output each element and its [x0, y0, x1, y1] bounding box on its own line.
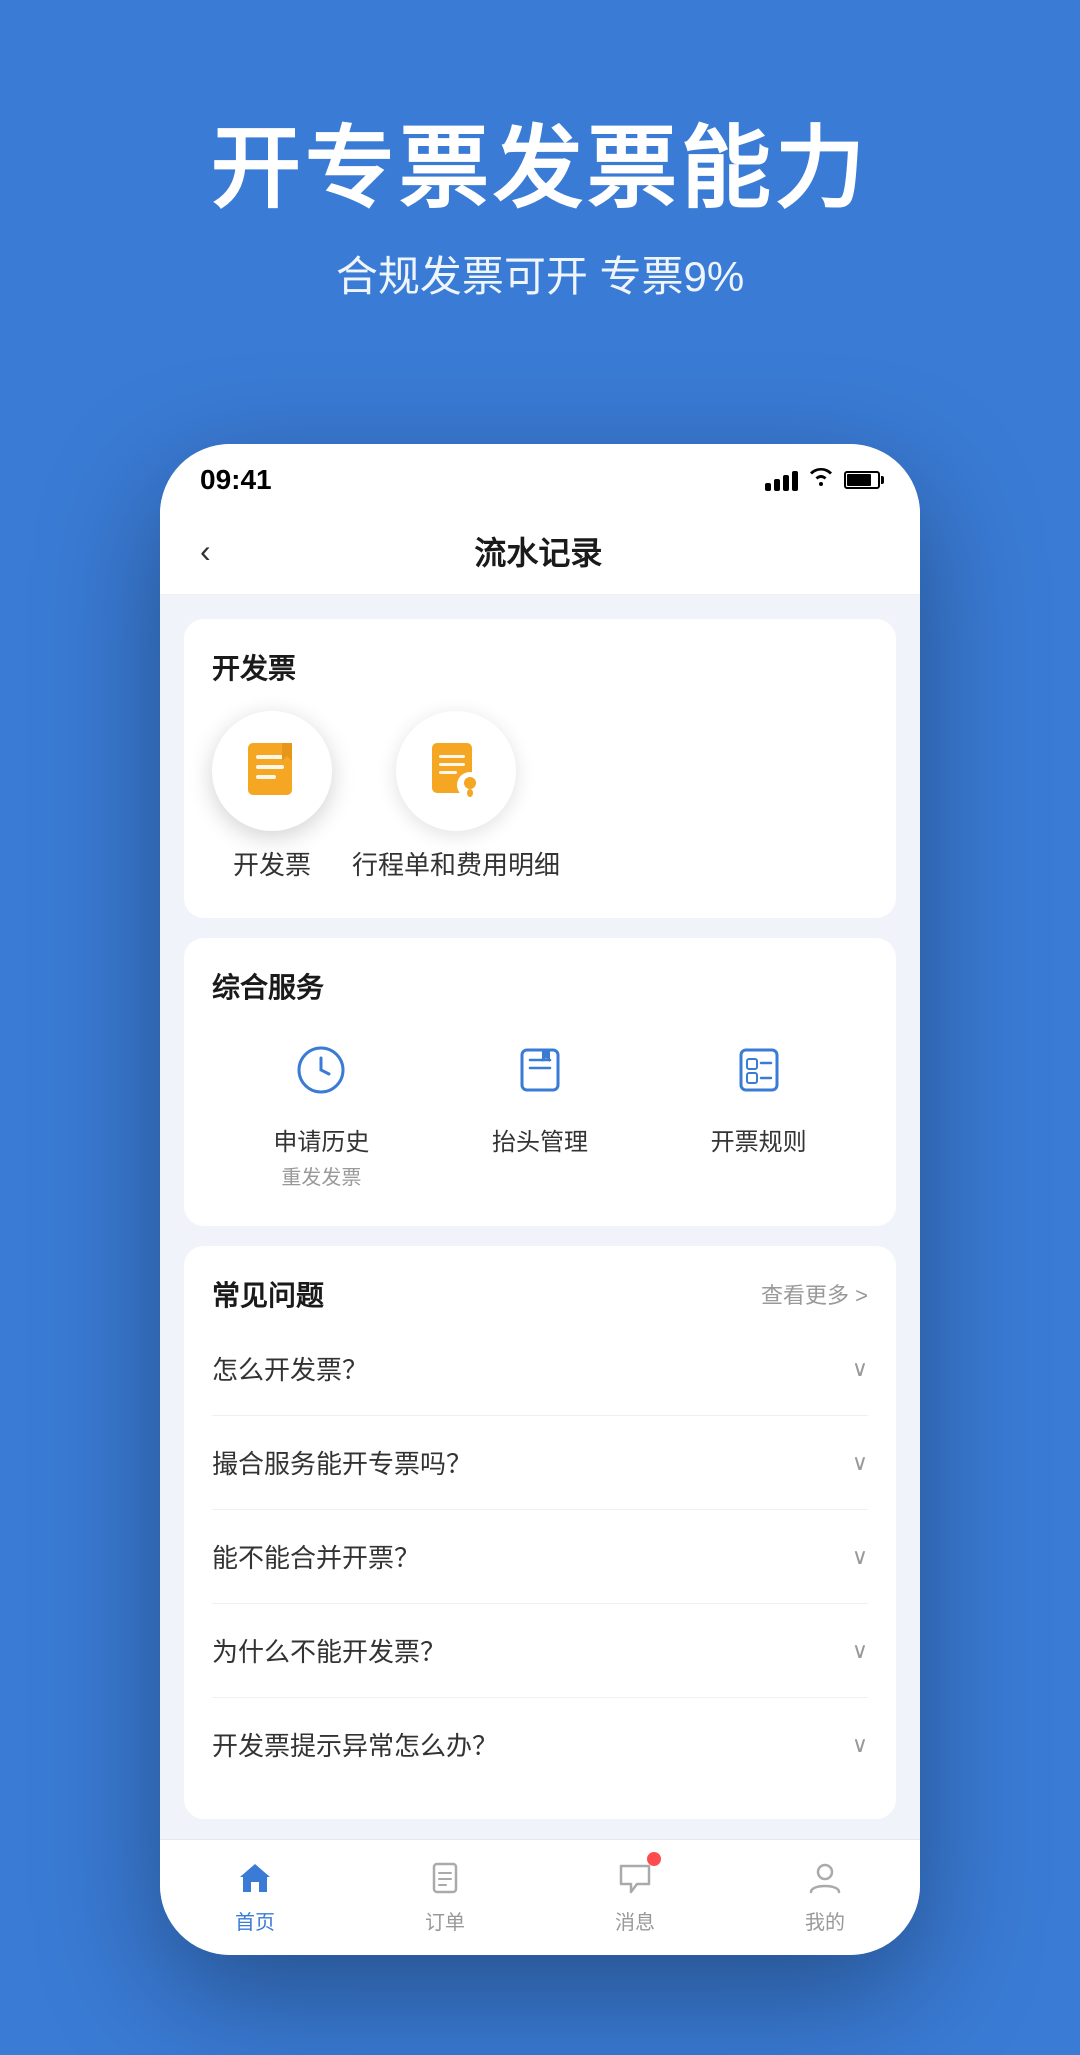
service-section-title: 综合服务 [212, 966, 868, 1006]
battery-icon [844, 471, 880, 489]
faq-section-card: 常见问题 查看更多 > 怎么开发票？ ∨ 撮合服务能开专票吗？ ∨ 能不能合并开… [184, 1246, 896, 1819]
tab-item-profile[interactable]: 我的 [765, 1856, 885, 1935]
faq-more-link[interactable]: 查看更多 > [761, 1278, 868, 1310]
itinerary-icon [424, 741, 488, 801]
hero-subtitle: 合规发票可开 专票9% [60, 243, 1020, 304]
hero-section: 开专票发票能力 合规发票可开 专票9% [0, 0, 1080, 384]
back-button[interactable]: ‹ [200, 529, 227, 574]
service-label-rules: 开票规则 [711, 1122, 807, 1157]
invoice-icon [240, 741, 304, 801]
faq-item-3[interactable]: 为什么不能开发票？ ∨ [212, 1604, 868, 1698]
service-item-rules[interactable]: 开票规则 [711, 1030, 807, 1190]
service-label-header: 抬头管理 [492, 1122, 588, 1157]
faq-question-1: 撮合服务能开专票吗？ [212, 1444, 472, 1481]
chevron-down-icon-3: ∨ [852, 1638, 868, 1664]
service-items-grid: 申请历史 重发发票 [212, 1030, 868, 1190]
invoice-item-label-0: 开发票 [233, 845, 311, 882]
status-time: 09:41 [200, 464, 272, 496]
phone-container: 09:41 [0, 384, 1080, 1955]
invoice-icon-wrap-active [212, 711, 332, 831]
status-bar: 09:41 [160, 444, 920, 508]
faq-item-0[interactable]: 怎么开发票？ ∨ [212, 1322, 868, 1416]
faq-question-0: 怎么开发票？ [212, 1350, 368, 1387]
faq-item-1[interactable]: 撮合服务能开专票吗？ ∨ [212, 1416, 868, 1510]
chevron-down-icon-4: ∨ [852, 1732, 868, 1758]
service-label-history: 申请历史 [273, 1122, 369, 1157]
faq-question-4: 开发票提示异常怎么办？ [212, 1726, 498, 1763]
wifi-icon [808, 467, 834, 493]
tab-item-orders[interactable]: 订单 [385, 1856, 505, 1935]
messages-icon [613, 1856, 657, 1900]
header-icon-wrap [500, 1030, 580, 1110]
history-icon-wrap [281, 1030, 361, 1110]
bottom-area [0, 1955, 1080, 2055]
nav-title: 流水记录 [227, 528, 850, 574]
orders-icon [423, 1856, 467, 1900]
content-area: 开发票 [160, 595, 920, 1819]
faq-header: 常见问题 查看更多 > [212, 1274, 868, 1314]
tab-label-messages: 消息 [615, 1906, 655, 1935]
invoice-icon-wrap-itinerary [396, 711, 516, 831]
tab-label-home: 首页 [235, 1906, 275, 1935]
service-sublabel-history: 重发发票 [281, 1161, 361, 1190]
hero-title: 开专票发票能力 [60, 120, 1020, 219]
rules-icon-wrap [719, 1030, 799, 1110]
tab-label-orders: 订单 [425, 1906, 465, 1935]
faq-question-3: 为什么不能开发票？ [212, 1632, 446, 1669]
service-item-header[interactable]: 抬头管理 [492, 1030, 588, 1190]
profile-icon [803, 1856, 847, 1900]
faq-title: 常见问题 [212, 1274, 324, 1314]
chevron-down-icon-2: ∨ [852, 1544, 868, 1570]
invoice-item-itinerary[interactable]: 行程单和费用明细 [352, 711, 560, 882]
service-item-history[interactable]: 申请历史 重发发票 [273, 1030, 369, 1190]
invoice-item-label-1: 行程单和费用明细 [352, 845, 560, 882]
header-mgmt-icon [514, 1044, 566, 1096]
tab-bar: 首页 订单 [160, 1839, 920, 1955]
invoice-items-grid: 开发票 [212, 711, 868, 882]
status-icons [765, 467, 880, 493]
invoice-section-card: 开发票 [184, 619, 896, 918]
nav-bar: ‹ 流水记录 [160, 508, 920, 595]
service-section-card: 综合服务 申请历史 重发发票 [184, 938, 896, 1226]
message-badge [647, 1852, 661, 1866]
rules-icon [733, 1044, 785, 1096]
chevron-down-icon-0: ∨ [852, 1356, 868, 1382]
signal-icon [765, 469, 798, 491]
invoice-section-title: 开发票 [212, 647, 868, 687]
invoice-item-kaifapiao[interactable]: 开发票 [212, 711, 332, 882]
home-icon [233, 1856, 277, 1900]
faq-item-2[interactable]: 能不能合并开票？ ∨ [212, 1510, 868, 1604]
phone-mockup: 09:41 [160, 444, 920, 1955]
faq-question-2: 能不能合并开票？ [212, 1538, 420, 1575]
tab-item-home[interactable]: 首页 [195, 1856, 315, 1935]
faq-item-4[interactable]: 开发票提示异常怎么办？ ∨ [212, 1698, 868, 1791]
chevron-down-icon-1: ∨ [852, 1450, 868, 1476]
tab-item-messages[interactable]: 消息 [575, 1856, 695, 1935]
history-icon [295, 1044, 347, 1096]
tab-label-profile: 我的 [805, 1906, 845, 1935]
